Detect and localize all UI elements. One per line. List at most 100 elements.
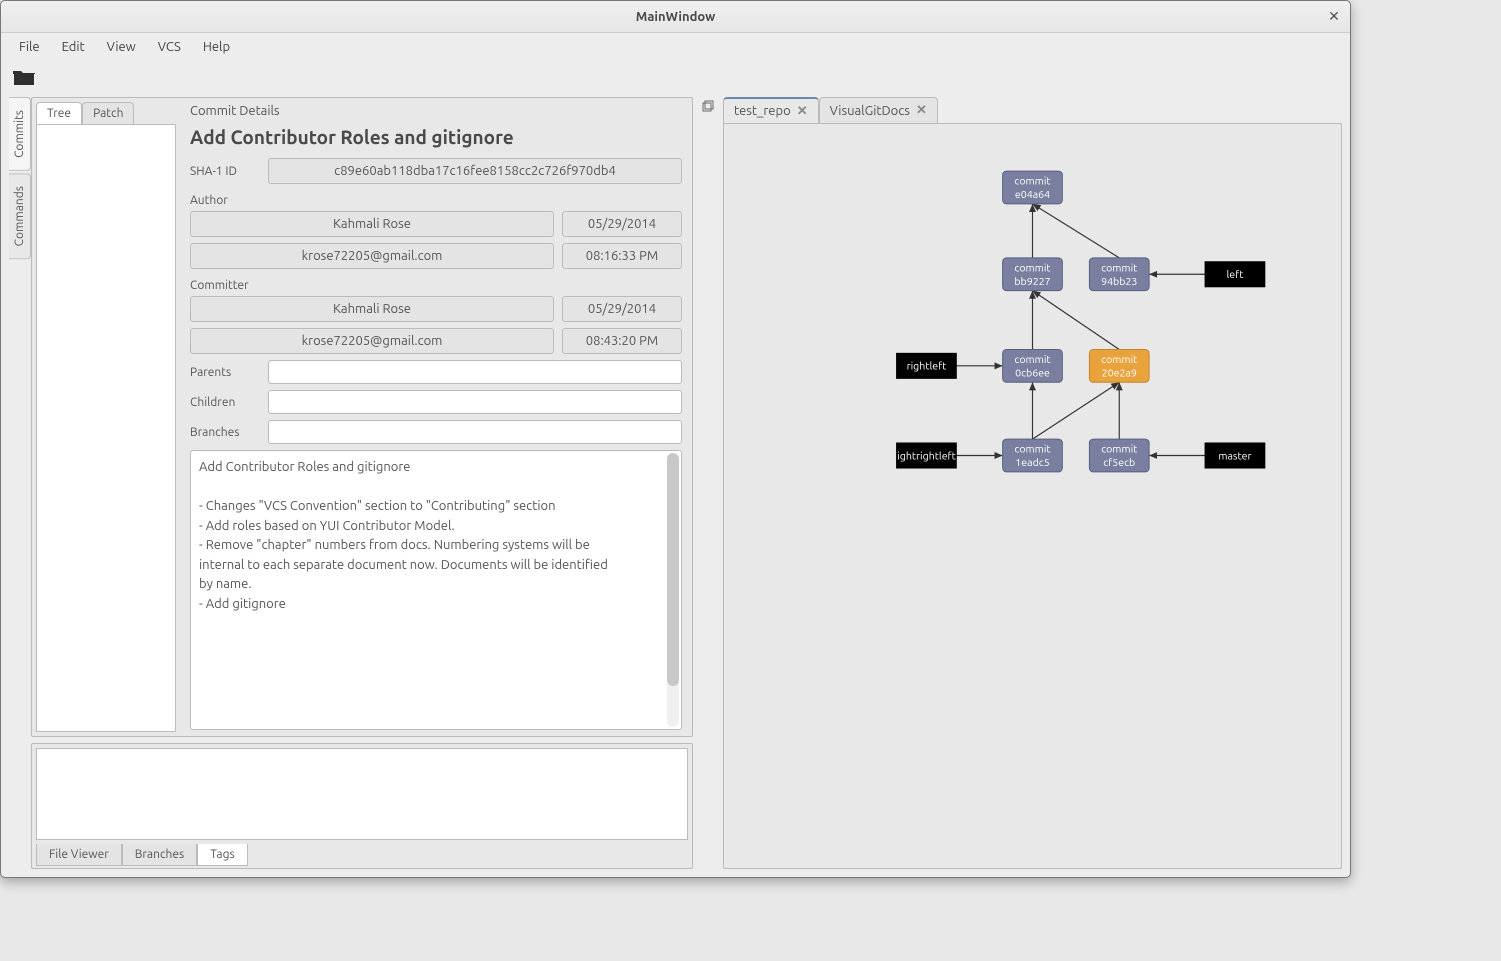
ref-node[interactable]: ightrightleft bbox=[897, 443, 957, 468]
message-line: internal to each separate document now. … bbox=[199, 557, 657, 575]
ref-node[interactable]: left bbox=[1205, 262, 1265, 287]
menu-help[interactable]: Help bbox=[193, 36, 240, 58]
toolbar bbox=[1, 61, 1350, 93]
committer-label: Committer bbox=[190, 279, 682, 292]
menu-edit[interactable]: Edit bbox=[52, 36, 95, 58]
author-name[interactable]: Kahmali Rose bbox=[190, 211, 554, 237]
graph-tab-test-repo[interactable]: test_repo ✕ bbox=[723, 97, 819, 123]
svg-text:master: master bbox=[1218, 450, 1251, 462]
left-pane: Commits Commands Tree Patch Commit Detai… bbox=[9, 97, 693, 869]
commit-node[interactable]: commit0cb6ee bbox=[1003, 349, 1063, 382]
commit-node[interactable]: commit1eadc5 bbox=[1003, 439, 1063, 472]
menubar: File Edit View VCS Help bbox=[1, 33, 1350, 61]
menu-vcs[interactable]: VCS bbox=[148, 36, 191, 58]
small-tabs: Tree Patch bbox=[36, 102, 176, 124]
graph-canvas[interactable]: commite04a64commitbb9227commit94bb23comm… bbox=[723, 123, 1342, 869]
side-tabs: Commits Commands bbox=[9, 97, 31, 869]
tab-tags[interactable]: Tags bbox=[197, 844, 247, 866]
sha-label: SHA-1 ID bbox=[190, 165, 260, 178]
tab-branches[interactable]: Branches bbox=[122, 844, 197, 866]
graph-tabs: test_repo ✕ VisualGitDocs ✕ bbox=[723, 97, 1342, 123]
top-panel: Tree Patch Commit Details Add Contributo… bbox=[31, 97, 693, 737]
scrollbar[interactable] bbox=[667, 453, 679, 727]
children-label: Children bbox=[190, 396, 260, 409]
commit-node[interactable]: commitcf5ecb bbox=[1089, 439, 1149, 472]
menu-file[interactable]: File bbox=[9, 36, 50, 58]
details-header: Commit Details bbox=[190, 104, 682, 118]
titlebar: MainWindow ✕ bbox=[1, 1, 1350, 33]
parents-input[interactable] bbox=[268, 360, 682, 384]
side-tab-commands[interactable]: Commands bbox=[9, 173, 31, 259]
branches-input[interactable] bbox=[268, 420, 682, 444]
svg-text:commit: commit bbox=[1101, 444, 1138, 456]
tree-body[interactable] bbox=[36, 124, 176, 732]
committer-time[interactable]: 08:43:20 PM bbox=[562, 328, 682, 354]
svg-text:left: left bbox=[1227, 269, 1245, 281]
bottom-panel: File Viewer Branches Tags bbox=[31, 743, 693, 869]
menu-view[interactable]: View bbox=[97, 36, 146, 58]
commit-title: Add Contributor Roles and gitignore bbox=[190, 126, 682, 148]
restore-panel-icon[interactable] bbox=[701, 99, 715, 113]
svg-text:commit: commit bbox=[1014, 176, 1051, 188]
message-line: - Remove "chapter" numbers from docs. Nu… bbox=[199, 537, 657, 555]
author-date[interactable]: 05/29/2014 bbox=[562, 211, 682, 237]
commit-node[interactable]: commite04a64 bbox=[1003, 171, 1063, 204]
tab-file-viewer[interactable]: File Viewer bbox=[36, 844, 122, 866]
graph-tab-label: VisualGitDocs bbox=[830, 104, 910, 118]
svg-text:20e2a9: 20e2a9 bbox=[1102, 367, 1137, 379]
svg-text:commit: commit bbox=[1101, 354, 1138, 366]
content-row: Commits Commands Tree Patch Commit Detai… bbox=[1, 93, 1350, 877]
svg-text:94bb23: 94bb23 bbox=[1101, 276, 1137, 288]
scrollbar-thumb[interactable] bbox=[667, 453, 679, 686]
bottom-tabs: File Viewer Branches Tags bbox=[32, 844, 692, 868]
svg-text:commit: commit bbox=[1014, 262, 1051, 274]
author-label: Author bbox=[190, 194, 682, 207]
branches-label: Branches bbox=[190, 426, 260, 439]
svg-text:bb9227: bb9227 bbox=[1014, 276, 1050, 288]
committer-email[interactable]: krose72205@gmail.com bbox=[190, 328, 554, 354]
right-pane: test_repo ✕ VisualGitDocs ✕ commite04a64… bbox=[723, 97, 1342, 869]
parents-label: Parents bbox=[190, 366, 260, 379]
message-line: - Changes "VCS Convention" section to "C… bbox=[199, 498, 657, 516]
committer-name[interactable]: Kahmali Rose bbox=[190, 296, 554, 322]
side-tab-commits[interactable]: Commits bbox=[9, 97, 31, 171]
inner-pane: Tree Patch Commit Details Add Contributo… bbox=[31, 97, 693, 869]
close-icon[interactable]: ✕ bbox=[797, 104, 808, 119]
graph-tab-visualgitdocs[interactable]: VisualGitDocs ✕ bbox=[819, 97, 938, 123]
commit-node[interactable]: commit bb9227 bbox=[1003, 258, 1063, 291]
message-line: by name. bbox=[199, 576, 657, 594]
commit-node[interactable]: commit20e2a9 bbox=[1089, 349, 1149, 382]
message-line: Add Contributor Roles and gitignore bbox=[199, 459, 657, 477]
svg-text:commit: commit bbox=[1101, 262, 1138, 274]
ref-node[interactable]: rightleft bbox=[897, 353, 957, 378]
svg-text:1eadc5: 1eadc5 bbox=[1015, 457, 1049, 469]
main-window: MainWindow ✕ File Edit View VCS Help Com… bbox=[0, 0, 1351, 878]
children-input[interactable] bbox=[268, 390, 682, 414]
commit-node[interactable]: commit 94bb23 bbox=[1089, 258, 1149, 291]
window-title: MainWindow bbox=[636, 10, 716, 24]
committer-date[interactable]: 05/29/2014 bbox=[562, 296, 682, 322]
author-email[interactable]: krose72205@gmail.com bbox=[190, 243, 554, 269]
svg-text:ightrightleft: ightrightleft bbox=[897, 450, 956, 462]
graph-tab-label: test_repo bbox=[734, 104, 791, 118]
message-line bbox=[199, 479, 657, 497]
svg-text:commit: commit bbox=[1014, 354, 1051, 366]
svg-text:commit: commit bbox=[1014, 444, 1051, 456]
ref-node[interactable]: master bbox=[1205, 443, 1265, 468]
svg-text:cf5ecb: cf5ecb bbox=[1103, 457, 1135, 469]
commit-details-panel: Commit Details Add Contributor Roles and… bbox=[180, 98, 692, 736]
bottom-body[interactable] bbox=[36, 748, 688, 840]
open-folder-icon[interactable] bbox=[13, 68, 35, 86]
svg-text:e04a64: e04a64 bbox=[1015, 189, 1050, 201]
commit-message-box[interactable]: Add Contributor Roles and gitignore - Ch… bbox=[190, 450, 682, 730]
author-time[interactable]: 08:16:33 PM bbox=[562, 243, 682, 269]
close-icon[interactable]: ✕ bbox=[916, 103, 927, 118]
svg-text:rightleft: rightleft bbox=[907, 361, 948, 373]
tab-patch[interactable]: Patch bbox=[82, 102, 134, 124]
tab-tree[interactable]: Tree bbox=[36, 102, 82, 124]
svg-text:0cb6ee: 0cb6ee bbox=[1015, 367, 1050, 379]
sha-value[interactable]: c89e60ab118dba17c16fee8158cc2c726f970db4 bbox=[268, 158, 682, 184]
close-icon[interactable]: ✕ bbox=[1326, 9, 1342, 25]
tree-column: Tree Patch bbox=[32, 98, 180, 736]
message-line: - Add gitignore bbox=[199, 596, 657, 614]
